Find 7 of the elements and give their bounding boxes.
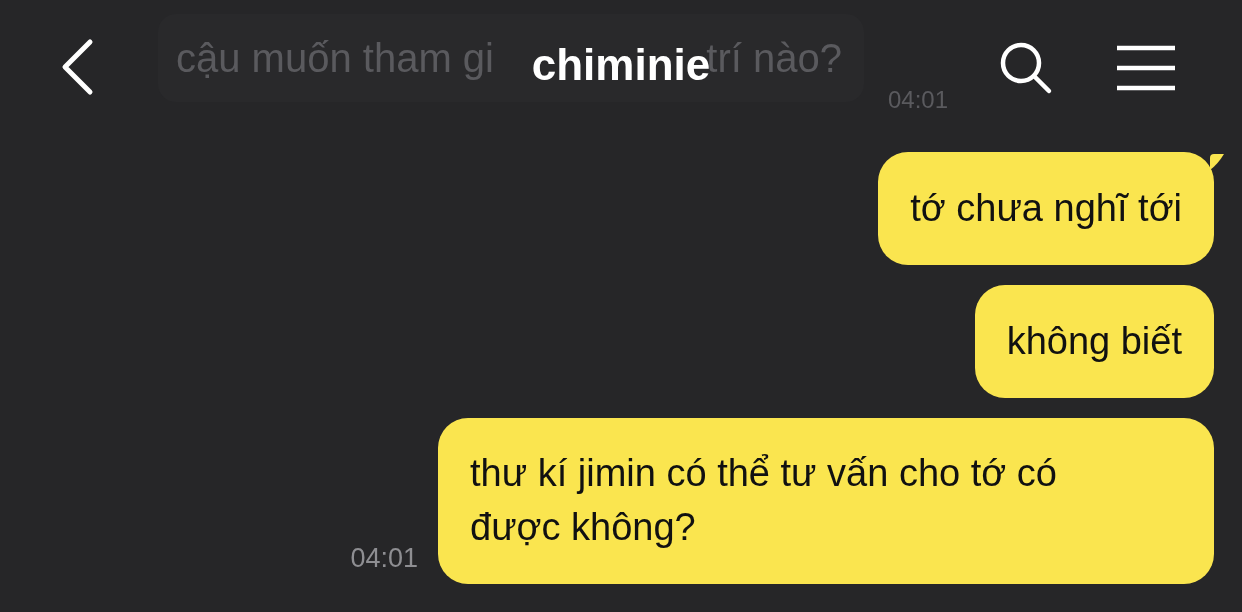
- bubble-tail: [1210, 154, 1224, 170]
- message-time: 04:01: [350, 543, 418, 574]
- message-bubble: thư kí jimin có thể tư vấn cho tớ có được không?: [438, 418, 1214, 584]
- menu-icon[interactable]: [1115, 45, 1177, 91]
- message-bubble: không biết: [974, 285, 1214, 398]
- back-icon[interactable]: [60, 38, 94, 96]
- search-icon[interactable]: [998, 40, 1054, 96]
